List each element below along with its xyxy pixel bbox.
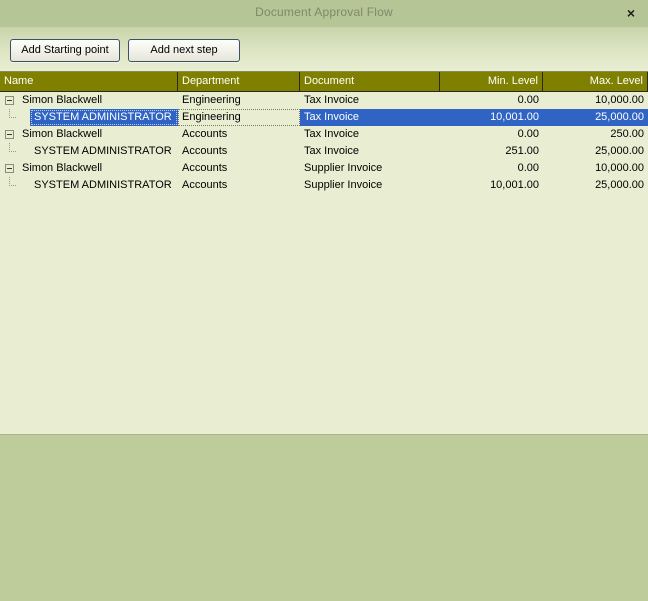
grid-cell-department[interactable]: Engineering (178, 109, 300, 126)
grid-cell-name[interactable]: SYSTEM ADMINISTRATOR (30, 109, 178, 126)
document-approval-flow-dialog: Document Approval Flow × Add Starting po… (0, 0, 648, 601)
grid-cell-min-level[interactable]: 10,001.00 (440, 177, 543, 194)
table-row[interactable]: Simon Blackwell Accounts Tax Invoice 0.00 25… (0, 126, 648, 143)
grid-column-header[interactable]: Name (0, 72, 178, 92)
grid-cell-name[interactable]: SYSTEM ADMINISTRATOR (30, 177, 178, 194)
grid-cell-name[interactable]: Simon Blackwell (18, 160, 178, 177)
close-icon[interactable]: × (622, 4, 640, 22)
table-row[interactable]: Simon Blackwell Accounts Supplier Invoice 0… (0, 160, 648, 177)
add-next-step-button[interactable]: Add next step (128, 39, 240, 62)
grid-cell-name[interactable]: SYSTEM ADMINISTRATOR (30, 143, 178, 160)
grid-cell-department[interactable]: Accounts (178, 126, 300, 143)
grid-cell-min-level[interactable]: 10,001.00 (440, 109, 543, 126)
grid-cell-min-level[interactable]: 0.00 (440, 92, 543, 109)
grid-column-header[interactable]: Department (178, 72, 300, 92)
tree-connector-elbow (9, 185, 16, 186)
tree-connector-elbow (9, 151, 16, 152)
grid-cell-max-level[interactable]: 25,000.00 (543, 109, 648, 126)
grid-cell-document[interactable]: Tax Invoice (300, 109, 440, 126)
tree-collapse-icon[interactable] (5, 130, 14, 139)
grid-cell-document[interactable]: Supplier Invoice (300, 160, 440, 177)
grid-cell-document[interactable]: Tax Invoice (300, 126, 440, 143)
grid-body: Simon Blackwell Engineering Tax Invoice 0.0… (0, 92, 648, 434)
grid-cell-name[interactable]: Simon Blackwell (18, 92, 178, 109)
grid-cell-max-level[interactable]: 25,000.00 (543, 143, 648, 160)
grid-cell-min-level[interactable]: 0.00 (440, 160, 543, 177)
table-row[interactable]: SYSTEM ADMINISTRATOR Engineering Tax Invoi… (0, 109, 648, 126)
toolbar: Add Starting point Add next step (0, 27, 648, 71)
grid-cell-max-level[interactable]: 250.00 (543, 126, 648, 143)
grid-column-header[interactable]: Document (300, 72, 440, 92)
grid-cell-department[interactable]: Accounts (178, 160, 300, 177)
grid-cell-min-level[interactable]: 0.00 (440, 126, 543, 143)
approval-flow-grid: Name Department Document Min. Level Max. Lev… (0, 71, 648, 435)
grid-cell-max-level[interactable]: 25,000.00 (543, 177, 648, 194)
tree-connector-elbow (9, 117, 16, 118)
detail-form: Manager: SYSTEM ADMINISTRATOR Maximum Le… (0, 436, 648, 601)
grid-cell-document[interactable]: Supplier Invoice (300, 177, 440, 194)
grid-cell-department[interactable]: Engineering (178, 92, 300, 109)
grid-header-row: Name Department Document Min. Level Max. Lev… (0, 72, 648, 92)
grid-cell-department[interactable]: Accounts (178, 177, 300, 194)
grid-cell-department[interactable]: Accounts (178, 143, 300, 160)
grid-cell-max-level[interactable]: 10,000.00 (543, 160, 648, 177)
window-title: Document Approval Flow (255, 5, 393, 19)
grid-cell-max-level[interactable]: 10,000.00 (543, 92, 648, 109)
table-row[interactable]: Simon Blackwell Engineering Tax Invoice 0.0… (0, 92, 648, 109)
grid-cell-document[interactable]: Tax Invoice (300, 143, 440, 160)
grid-cell-min-level[interactable]: 251.00 (440, 143, 543, 160)
grid-cell-document[interactable]: Tax Invoice (300, 92, 440, 109)
grid-column-header[interactable]: Min. Level (440, 72, 543, 92)
grid-cell-name[interactable]: Simon Blackwell (18, 126, 178, 143)
table-row[interactable]: SYSTEM ADMINISTRATOR Accounts Tax Invoice 2… (0, 143, 648, 160)
tree-collapse-icon[interactable] (5, 164, 14, 173)
tree-collapse-icon[interactable] (5, 96, 14, 105)
add-starting-point-button[interactable]: Add Starting point (10, 39, 120, 62)
table-row[interactable]: SYSTEM ADMINISTRATOR Accounts Supplier Inv… (0, 177, 648, 194)
grid-column-header[interactable]: Max. Level (543, 72, 648, 92)
title-bar: Document Approval Flow × (0, 0, 648, 27)
